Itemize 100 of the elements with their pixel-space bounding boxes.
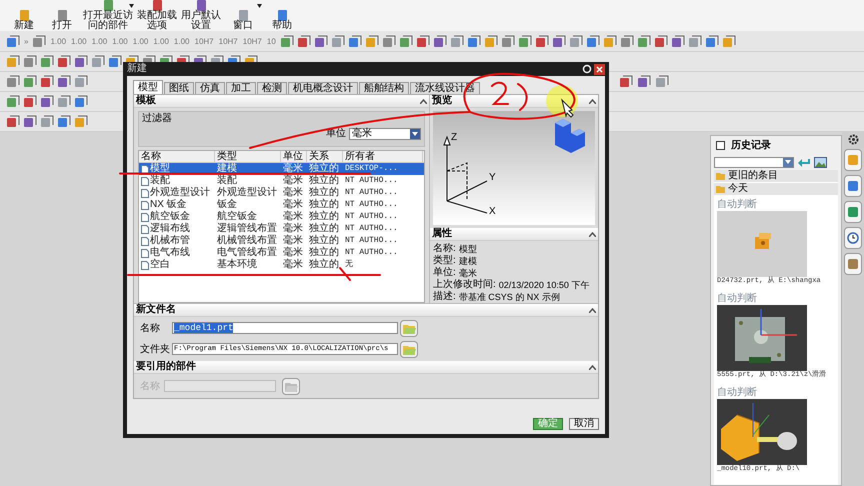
table-cell-text: 毫米 [283, 175, 303, 186]
section-header[interactable]: 模板 [134, 95, 429, 108]
folder-icon [402, 344, 416, 354]
ink-tick [339, 267, 351, 281]
table-row[interactable]: NX 钣金 钣金 毫米 独立的 NT AUTHO... [139, 199, 424, 211]
toolbar-label[interactable]: 1.00 [111, 37, 129, 46]
tab[interactable]: 船舶结构 [359, 82, 409, 94]
history-group[interactable]: 更旧的条目 [714, 170, 838, 183]
table-row[interactable]: 装配 装配 毫米 独立的 NT AUTHO... [139, 175, 424, 187]
property-value: 带基准 CSYS 的 NX 示例 [458, 291, 560, 303]
table-cell: 外观造型设计 [217, 187, 277, 199]
table-row[interactable]: 空白 基本环境 毫米 独立的 无 [139, 259, 424, 271]
property-label: 名称: [433, 243, 456, 254]
collapse-icon[interactable] [589, 232, 596, 236]
table-cell: NT AUTHO... [345, 211, 398, 223]
table-cell-text: 机械布管 [150, 235, 190, 246]
document-icon [194, 0, 208, 11]
toolbar-label[interactable]: 10H7 [194, 37, 215, 46]
ribbon-button[interactable]: 装配加载选项 [136, 0, 178, 31]
property-value: 毫米 [458, 267, 477, 278]
dropdown-icon[interactable] [410, 128, 420, 138]
table-cell-text: 独立的 [309, 175, 339, 186]
toolbar-label[interactable]: 1.00 [90, 37, 108, 46]
table-cell-text: 机械管线布置 [217, 235, 277, 246]
toolbar-label[interactable]: 1.00 [152, 37, 170, 46]
collapse-icon[interactable] [589, 364, 596, 370]
toolbar-label[interactable]: 1.00 [49, 37, 68, 46]
tab[interactable]: 加工 [226, 82, 256, 94]
folder-button[interactable] [282, 378, 300, 394]
column-header[interactable]: 单位 [281, 151, 307, 162]
table-cell: 空白 [150, 259, 170, 271]
property-value: 模型 [458, 243, 477, 255]
table-cell-text: 航空钣金 [217, 211, 257, 222]
table-cell-text: 毫米 [283, 247, 303, 258]
dialog-button[interactable]: 取消 [569, 418, 599, 430]
table-cell: NT AUTHO... [345, 199, 398, 211]
collapse-icon[interactable] [589, 98, 596, 104]
history-group[interactable]: 今天 [714, 183, 838, 196]
property-label: 类型: [433, 255, 456, 266]
toolbar-label[interactable]: 10H7 [242, 37, 263, 46]
ribbon-button[interactable]: 帮助 [264, 0, 300, 31]
side-tab[interactable] [844, 253, 862, 275]
name-field[interactable]: _model1.prt [172, 322, 398, 334]
unit-dropdown[interactable]: 毫米 [349, 128, 421, 140]
table-row[interactable]: 外观造型设计 外观造型设计 毫米 独立的 NT AUTHO... [139, 187, 424, 199]
dropdown-field[interactable] [714, 156, 794, 168]
toolbar-label[interactable]: 10H7 [218, 37, 239, 46]
panel-title: 历史记录 [731, 138, 771, 152]
image-icon[interactable] [814, 156, 827, 168]
tab[interactable]: 机电概念设计 [288, 82, 358, 94]
reset-icon[interactable] [582, 64, 592, 74]
folder-button[interactable] [400, 340, 418, 358]
document-icon [56, 10, 68, 21]
table-cell-text: 装配 [150, 175, 170, 186]
table-row[interactable]: 航空钣金 航空钣金 毫米 独立的 NT AUTHO... [139, 211, 424, 223]
ribbon-button[interactable]: 打开最近访问的部件 [82, 0, 134, 31]
side-tab[interactable] [844, 201, 862, 223]
table-cell: DESKTOP-... [345, 163, 398, 175]
ribbon-button[interactable]: 新建 [6, 0, 42, 31]
table-cell-text: 装配 [217, 175, 237, 186]
toolbar-label[interactable]: 1.00 [70, 37, 88, 46]
section-header[interactable]: 属性 [430, 228, 598, 241]
toolbar-label[interactable]: 1.00 [132, 37, 150, 46]
toolbar-label[interactable]: » [23, 37, 30, 46]
ribbon-button[interactable]: 用户默认设置 [180, 0, 222, 31]
table-cell-text: 钣金 [217, 199, 237, 210]
table-cell-text: 独立的 [309, 187, 339, 198]
section-header[interactable]: 新文件名 [134, 304, 598, 317]
table-row[interactable]: 电气布线 电气管线布置 毫米 独立的 NT AUTHO... [139, 247, 424, 259]
tab[interactable]: 仿真 [195, 82, 225, 94]
column-header[interactable]: 类型 [215, 151, 281, 162]
column-header[interactable]: 关系 [307, 151, 343, 162]
side-tab[interactable] [844, 227, 862, 249]
tab[interactable]: 图纸 [164, 82, 194, 94]
toolbar-label[interactable]: 1.00 [172, 37, 190, 46]
field-label: 文件夹 [140, 342, 170, 356]
checkbox[interactable] [716, 140, 725, 150]
folder-button[interactable] [400, 320, 418, 336]
settings-icon[interactable] [848, 134, 858, 145]
table-row[interactable]: 逻辑布线 逻辑管线布置 毫米 独立的 NT AUTHO... [139, 223, 424, 235]
column-header[interactable]: 所有者 [343, 151, 423, 162]
ribbon-button[interactable]: 打开 [44, 0, 80, 31]
tab[interactable]: 检测 [257, 82, 287, 94]
toolbar-label[interactable]: 10 [266, 37, 277, 46]
collapse-icon[interactable] [589, 308, 596, 312]
field-label: 名称 [140, 322, 161, 336]
ribbon-button[interactable]: 窗口 [224, 0, 262, 31]
section-header[interactable]: 预览 [430, 95, 598, 108]
column-header[interactable]: 名称 [139, 151, 215, 162]
ink-scribble [491, 82, 528, 111]
back-arrow-icon[interactable] [798, 158, 810, 166]
side-tab[interactable] [844, 175, 862, 197]
tab[interactable]: 模型 [133, 80, 163, 94]
close-button[interactable] [594, 64, 605, 74]
dropdown-icon[interactable] [783, 158, 793, 166]
document-icon [276, 10, 288, 21]
table-row[interactable]: 机械布管 机械管线布置 毫米 独立的 NT AUTHO... [139, 235, 424, 247]
property-value: 02/13/2020 10:50 下午 [498, 279, 590, 291]
collapse-icon[interactable] [420, 98, 427, 104]
folder-icon [402, 322, 416, 334]
